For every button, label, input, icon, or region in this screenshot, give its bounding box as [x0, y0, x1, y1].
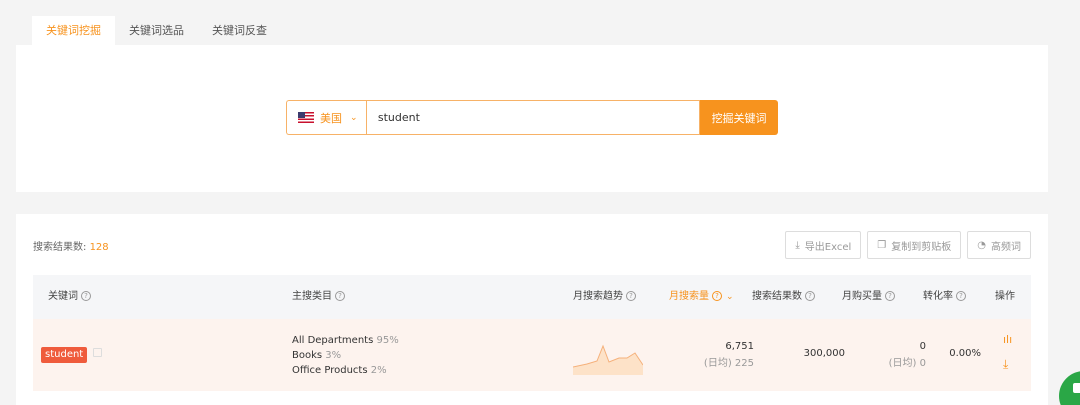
us-flag-icon — [298, 112, 314, 123]
sort-desc-icon[interactable]: ⌄ — [726, 292, 734, 302]
category-item: Books 3% — [292, 348, 399, 363]
dig-keyword-button[interactable]: 挖掘关键词 — [700, 100, 778, 135]
copy-icon: ❐ — [877, 239, 887, 251]
header-result-count[interactable]: 搜索结果数? — [752, 275, 815, 319]
table-row[interactable]: student All Departments 95% Books 3% Off… — [33, 319, 1031, 391]
header-result-count-label: 搜索结果数 — [752, 291, 802, 302]
header-volume-label: 月搜索量 — [669, 291, 709, 302]
download-icon: ⤓ — [795, 239, 800, 251]
tab-keyword-selection[interactable]: 关键词选品 — [115, 16, 198, 45]
trend-sparkline[interactable] — [573, 331, 643, 375]
pie-chart-icon: ◔ — [977, 239, 986, 251]
volume-cell: 6,751 (日均) 225 — [704, 341, 754, 369]
help-icon[interactable]: ? — [712, 291, 722, 301]
action-toolbar: ⤓ 导出Excel ❐ 复制到剪贴板 ◔ 高频词 — [785, 231, 1031, 259]
help-icon[interactable]: ? — [626, 291, 636, 301]
export-excel-label: 导出Excel — [804, 241, 852, 253]
result-count: 搜索结果数: 128 — [33, 238, 109, 253]
header-trend-label: 月搜索趋势 — [573, 291, 623, 302]
conversion-cell: 0.00% — [949, 348, 981, 359]
purchase-value: 0 — [919, 341, 926, 352]
purchase-cell: 0 (日均) 0 — [889, 341, 926, 369]
category-pct: 95% — [376, 335, 399, 346]
purchase-daily: (日均) 0 — [888, 358, 926, 369]
header-purchase-label: 月购买量 — [842, 291, 882, 302]
category-name: Office Products — [292, 365, 368, 376]
help-icon[interactable]: ? — [81, 291, 91, 301]
help-icon[interactable]: ? — [956, 291, 966, 301]
results-panel: 搜索结果数: 128 ⤓ 导出Excel ❐ 复制到剪贴板 ◔ 高频词 关键词?… — [16, 214, 1048, 405]
category-name: Books — [292, 350, 323, 361]
category-name: All Departments — [292, 335, 374, 346]
category-pct: 3% — [325, 350, 342, 361]
tab-bar: 关键词挖掘 关键词选品 关键词反查 — [32, 16, 281, 45]
table-header: 关键词? 主搜类目? 月搜索趋势? 月搜索量? ⌄ 搜索结果数? 月购买量? 转化… — [33, 275, 1031, 319]
result-count-cell: 300,000 — [803, 348, 845, 359]
category-pct: 2% — [370, 365, 387, 376]
chat-icon[interactable] — [1059, 371, 1080, 405]
volume-value: 6,751 — [725, 341, 754, 352]
copy-clipboard-label: 复制到剪贴板 — [891, 241, 952, 253]
header-category-label: 主搜类目 — [292, 291, 332, 302]
category-item: Office Products 2% — [292, 363, 399, 378]
help-icon[interactable]: ? — [805, 291, 815, 301]
country-select[interactable]: 美国 ⌄ — [286, 100, 366, 135]
header-category[interactable]: 主搜类目? — [292, 275, 345, 319]
external-link-icon[interactable] — [93, 348, 102, 357]
volume-daily: (日均) 225 — [703, 358, 754, 369]
search-box: 美国 ⌄ 挖掘关键词 — [286, 100, 778, 135]
bar-chart-icon[interactable]: ılı — [1003, 333, 1012, 346]
search-panel: 美国 ⌄ 挖掘关键词 — [16, 45, 1048, 192]
header-trend[interactable]: 月搜索趋势? — [573, 275, 636, 319]
header-conversion[interactable]: 转化率? — [923, 275, 966, 319]
country-label: 美国 — [320, 111, 342, 125]
help-icon[interactable]: ? — [885, 291, 895, 301]
result-count-label: 搜索结果数: — [33, 242, 87, 253]
category-item: All Departments 95% — [292, 333, 399, 348]
keyword-tag[interactable]: student — [41, 347, 88, 363]
tab-keyword-mining[interactable]: 关键词挖掘 — [32, 16, 115, 45]
header-volume[interactable]: 月搜索量? ⌄ — [669, 275, 734, 319]
result-count-value: 128 — [89, 242, 109, 253]
keyword-input[interactable] — [365, 100, 701, 135]
help-icon[interactable]: ? — [335, 291, 345, 301]
high-freq-button[interactable]: ◔ 高频词 — [967, 231, 1031, 259]
download-icon[interactable]: ⤓ — [1003, 357, 1008, 372]
header-purchase[interactable]: 月购买量? — [842, 275, 895, 319]
category-list: All Departments 95% Books 3% Office Prod… — [292, 333, 399, 378]
header-keyword[interactable]: 关键词? — [48, 275, 91, 319]
header-conversion-label: 转化率 — [923, 291, 953, 302]
header-operation: 操作 — [995, 291, 1015, 302]
chevron-down-icon: ⌄ — [350, 112, 358, 123]
copy-clipboard-button[interactable]: ❐ 复制到剪贴板 — [867, 231, 962, 259]
export-excel-button[interactable]: ⤓ 导出Excel — [785, 231, 862, 259]
tab-keyword-reverse[interactable]: 关键词反查 — [198, 16, 281, 45]
high-freq-label: 高频词 — [991, 241, 1021, 253]
header-keyword-label: 关键词 — [48, 291, 78, 302]
